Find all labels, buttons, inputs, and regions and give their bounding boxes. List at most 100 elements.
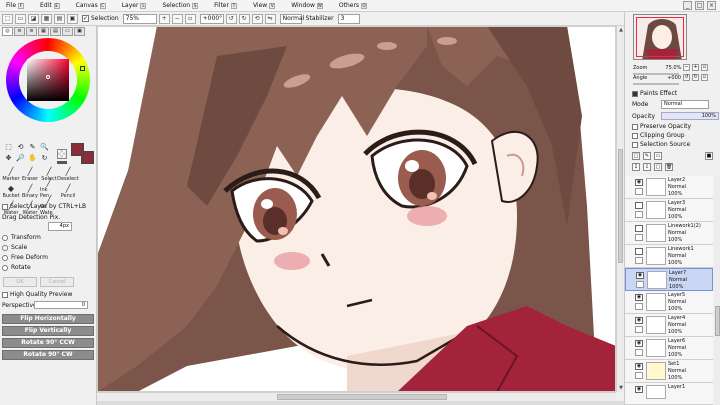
preserve-opacity-checkbox[interactable] [632, 123, 638, 130]
clipping-group-row[interactable]: Clipping Group [632, 132, 685, 139]
layer-item[interactable]: ◉ Layer4 Normal 100% [625, 314, 713, 337]
swatch-tab[interactable]: ▦ [38, 27, 49, 36]
zoom-reset-icon[interactable]: ▫ [184, 13, 196, 24]
rotate-icon[interactable]: ↻ [40, 154, 49, 163]
scratchpad-tab[interactable]: ▭ [62, 27, 73, 36]
visibility-eye-icon[interactable] [635, 248, 643, 255]
perspective-input[interactable]: 0 [34, 301, 88, 309]
stabilizer-select[interactable]: 3 [337, 13, 360, 24]
menu-others[interactable]: Others O [339, 2, 368, 9]
lock-icon[interactable] [635, 372, 643, 379]
color-swap-bar[interactable] [57, 161, 67, 164]
mixer-tab[interactable]: ▣ [74, 27, 85, 36]
canvas-vertical-scrollbar[interactable]: ▲ ▼ [616, 26, 624, 392]
brush-bucket[interactable]: ◆ Bucket [2, 183, 20, 200]
clear-layer-icon[interactable]: ▢ [654, 163, 662, 171]
rotate-left-icon[interactable]: ↺ [225, 13, 237, 24]
selection-checkbox[interactable]: ✓ [82, 15, 89, 22]
layer-item[interactable]: ◉ Layer6 Normal 100% [625, 337, 713, 360]
menu-canvas[interactable]: Canvas C [76, 2, 106, 9]
cancel-button[interactable]: Cancel [40, 277, 74, 287]
visibility-eye-icon[interactable]: ◉ [635, 363, 643, 370]
hand-tool-icon[interactable]: ▤ [54, 13, 65, 24]
lock-icon[interactable] [635, 188, 643, 195]
palette-tab[interactable]: ▤ [50, 27, 61, 36]
nav-zoom-out-icon[interactable]: − [683, 64, 690, 71]
close-button[interactable]: × [707, 1, 716, 10]
layer-item[interactable]: Linework1 Normal 100% [625, 245, 713, 268]
visibility-eye-icon[interactable]: ◉ [636, 272, 644, 279]
menu-edit[interactable]: Edit E [40, 2, 60, 9]
minimize-button[interactable]: _ [683, 1, 692, 10]
drag-detection-input[interactable]: 4px [48, 222, 72, 231]
delete-layer-icon[interactable]: 🗑 [665, 163, 673, 171]
sv-marker[interactable] [46, 75, 50, 79]
menu-file[interactable]: File F [6, 2, 25, 9]
visibility-eye-icon[interactable]: ◉ [635, 386, 643, 393]
zoom-tool-icon[interactable]: 🔎 [16, 154, 25, 163]
rotate-cw-button[interactable]: Rotate 90° CW [2, 350, 94, 360]
hue-marker[interactable] [80, 66, 85, 71]
brush-pencil[interactable]: ╱ Pencil [59, 183, 77, 200]
lock-icon[interactable] [635, 349, 643, 356]
free-deform-option[interactable]: Free Deform [2, 254, 48, 261]
hsv-slider-tab[interactable]: ≡ [26, 27, 37, 36]
clipping-group-checkbox[interactable] [632, 132, 638, 139]
menu-layer[interactable]: Layer L [122, 2, 147, 9]
brush-binary[interactable]: ╱ Binary [21, 183, 39, 200]
selection-source-checkbox[interactable] [632, 141, 638, 148]
select-layer-checkbox[interactable] [2, 203, 8, 210]
layer-item[interactable]: ◉ Layer5 Normal 100% [625, 291, 713, 314]
brush-eraser[interactable]: ╱ Eraser [21, 166, 39, 183]
brush-marker[interactable]: ╱ Marker [2, 166, 20, 183]
menu-window[interactable]: Window W [291, 2, 323, 9]
primary-color-swatch[interactable] [71, 143, 84, 156]
new-linework-icon[interactable]: ✎ [643, 152, 651, 160]
high-quality-preview-checkbox[interactable] [2, 291, 8, 298]
visibility-eye-icon[interactable] [635, 202, 643, 209]
paints-effect-toggle-icon[interactable] [632, 90, 638, 97]
horizontal-scroll-thumb[interactable] [277, 394, 447, 400]
lock-icon[interactable] [635, 211, 643, 218]
menu-filter[interactable]: Filter T [214, 2, 237, 9]
nav-zoom-reset-icon[interactable]: ▫ [701, 64, 708, 71]
eyedropper-icon[interactable]: 🔍 [40, 143, 49, 152]
opacity-slider[interactable]: 100% [661, 112, 719, 120]
nav-rotate-right-icon[interactable]: ↻ [692, 74, 699, 81]
hand-icon[interactable]: ✋ [28, 154, 37, 163]
lock-icon[interactable] [635, 303, 643, 310]
drawing-canvas[interactable] [97, 26, 616, 392]
layer-scroll-thumb[interactable] [715, 306, 720, 336]
zoom-field[interactable]: 75% [122, 13, 157, 24]
layer-item-selected[interactable]: ◉ Layer7 Normal 100% [625, 268, 713, 291]
canvas-horizontal-scrollbar[interactable] [97, 392, 616, 401]
nav-rotate-left-icon[interactable]: ↺ [683, 74, 690, 81]
rotate-option[interactable]: Rotate [2, 264, 31, 271]
blend-mode-select[interactable]: Normal [279, 13, 304, 24]
transfer-down-icon[interactable]: ↧ [632, 163, 640, 171]
maximize-button[interactable]: □ [695, 1, 704, 10]
layer-item[interactable]: ◉ Layer1 [625, 383, 713, 405]
zoom-out-icon[interactable]: − [171, 13, 183, 24]
navigator-preview[interactable] [633, 14, 687, 60]
lasso-icon[interactable]: ⟲ [16, 143, 25, 152]
lock-icon[interactable] [635, 326, 643, 333]
transform-icon[interactable]: ▣ [67, 13, 78, 24]
transparent-color-swatch[interactable] [57, 149, 67, 159]
invert-selection-icon[interactable]: ◪ [28, 13, 39, 24]
vertical-scroll-thumb[interactable] [618, 149, 623, 263]
move-icon[interactable]: ✥ [4, 154, 13, 163]
layer-folder-item[interactable]: ◉ Set1 Normal 100% [625, 360, 713, 383]
brush-deselect[interactable]: ╱ Deselect [57, 166, 79, 183]
select-all-icon[interactable]: ⬚ [2, 13, 13, 24]
rgb-slider-tab[interactable]: ≡ [14, 27, 25, 36]
visibility-eye-icon[interactable]: ◉ [635, 294, 643, 301]
rotation-field[interactable]: +000° [199, 13, 224, 24]
preserve-opacity-row[interactable]: Preserve Opacity [632, 123, 691, 130]
layer-item[interactable]: Linework1(2) Normal 100% [625, 222, 713, 245]
lock-icon[interactable] [635, 257, 643, 264]
rotate-reset-icon[interactable]: ⟲ [251, 13, 263, 24]
layer-item[interactable]: Layer3 Normal 100% [625, 199, 713, 222]
visibility-eye-icon[interactable] [635, 225, 643, 232]
navigator-viewport-frame[interactable] [636, 17, 684, 57]
